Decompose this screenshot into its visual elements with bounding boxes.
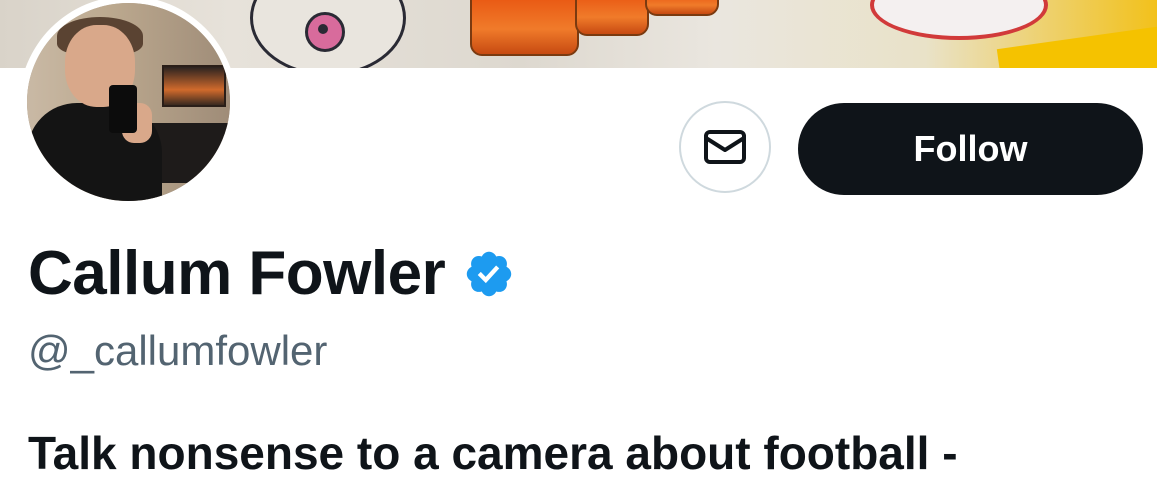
envelope-icon	[704, 130, 746, 164]
display-name: Callum Fowler	[28, 239, 446, 308]
banner-art	[645, 0, 719, 16]
user-handle: @_callumfowler	[28, 327, 328, 374]
banner-art	[870, 0, 1048, 40]
follow-button[interactable]: Follow	[798, 103, 1143, 195]
verified-badge-icon[interactable]	[463, 248, 515, 300]
banner-art	[470, 0, 579, 56]
banner-art	[318, 24, 328, 34]
message-button[interactable]	[679, 101, 771, 193]
banner-art	[575, 0, 649, 36]
name-row: Callum Fowler	[28, 238, 515, 310]
profile-bio: Talk nonsense to a camera about football…	[28, 427, 958, 479]
avatar[interactable]	[27, 3, 230, 201]
